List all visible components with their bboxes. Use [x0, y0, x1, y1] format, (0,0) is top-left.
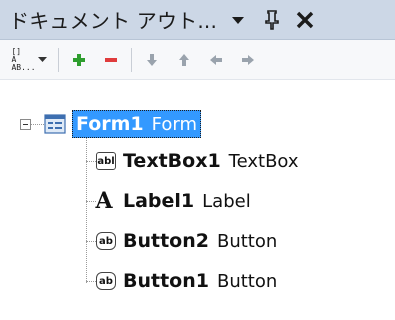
arrow-up-icon [179, 53, 189, 66]
selected-node-label[interactable]: Form1 Form [72, 110, 201, 138]
tree-node-button1[interactable]: ab Button1 Button [96, 266, 277, 296]
node-name: Label1 [123, 190, 195, 212]
toolbar-separator [58, 47, 59, 72]
move-right-button[interactable] [238, 46, 258, 74]
plus-icon [73, 53, 85, 66]
move-up-button[interactable] [174, 46, 194, 74]
node-name: Button1 [123, 270, 209, 292]
tree-guide-line [86, 281, 96, 282]
node-name: Button2 [123, 230, 209, 252]
tree-node-button2[interactable]: ab Button2 Button [96, 226, 277, 256]
node-type: Button [216, 230, 278, 252]
tree-node-textbox1[interactable]: abl TextBox1 TextBox [96, 146, 299, 176]
remove-button[interactable] [101, 46, 121, 74]
outline-tree: Form1 Form abl TextBox1 TextBox A Label1… [0, 105, 395, 320]
chevron-down-icon [37, 56, 47, 62]
arrow-down-icon [147, 53, 157, 66]
node-type: Form [151, 113, 197, 135]
label-icon: A [95, 188, 113, 214]
tree-guide-line [86, 161, 96, 162]
pin-icon[interactable] [261, 0, 283, 40]
panel-title: ドキュメント アウト... [9, 9, 218, 33]
sort-button[interactable]: [] A AB... [10, 46, 48, 74]
panel-toolbar: [] A AB... [0, 40, 395, 80]
node-name: Form1 [76, 113, 144, 135]
node-type: Label [202, 190, 251, 212]
tree-guide-line [86, 137, 87, 283]
minus-icon [105, 57, 117, 62]
move-left-button[interactable] [206, 46, 226, 74]
node-name: TextBox1 [123, 150, 221, 172]
arrow-right-icon [242, 54, 254, 65]
sort-alphabetical-icon: [] A AB... [11, 46, 36, 72]
close-icon[interactable] [293, 0, 317, 40]
node-type: TextBox [228, 150, 299, 172]
tree-node-root[interactable]: Form1 Form [44, 109, 201, 139]
tree-node-label1[interactable]: A Label1 Label [94, 186, 251, 216]
collapse-toggle[interactable] [20, 119, 31, 130]
tree-guide-line [30, 124, 44, 125]
button-icon: ab [96, 232, 116, 250]
move-down-button[interactable] [142, 46, 162, 74]
add-button[interactable] [69, 46, 89, 74]
arrow-left-icon [210, 54, 222, 65]
form-icon [44, 114, 66, 134]
tree-guide-line [86, 241, 96, 242]
dropdown-arrow-icon[interactable] [227, 0, 249, 40]
node-type: Button [216, 270, 278, 292]
button-icon: ab [96, 272, 116, 290]
panel-title-bar[interactable]: ドキュメント アウト... [0, 0, 395, 40]
textbox-icon: abl [96, 152, 116, 170]
toolbar-separator [131, 47, 132, 72]
document-outline-panel: ドキュメント アウト... [] A AB... Form1 Form abl … [0, 0, 395, 320]
